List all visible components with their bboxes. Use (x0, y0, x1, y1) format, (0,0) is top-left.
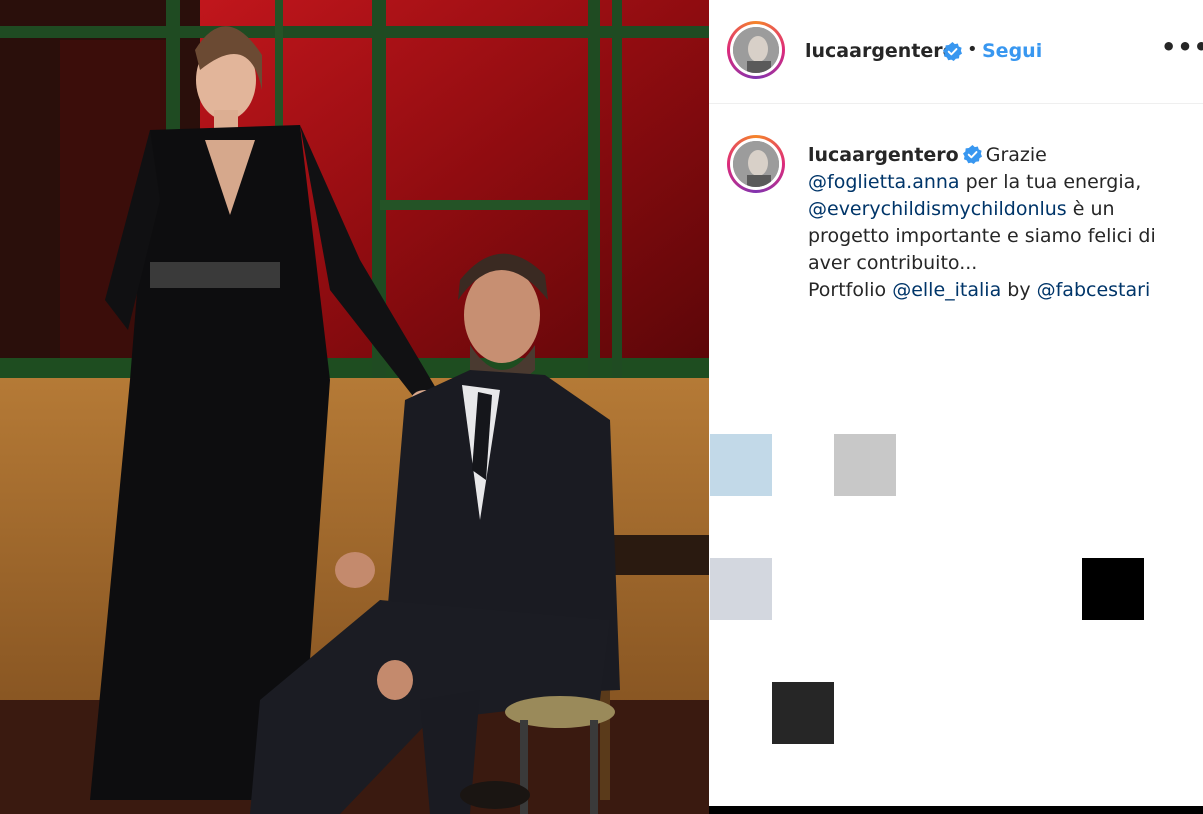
caption-username[interactable]: lucaargentero (808, 144, 959, 166)
mention-link[interactable]: @elle_italia (892, 279, 1001, 301)
loading-placeholder (772, 682, 834, 744)
caption-avatar[interactable] (727, 135, 785, 193)
caption-text: per la tua energia, (959, 171, 1142, 193)
post-details-panel: lucaargentero • Segui ••• lucaargentero … (709, 0, 1203, 814)
more-options-icon[interactable]: ••• (1161, 33, 1203, 61)
mention-link[interactable]: @foglietta.anna (808, 171, 960, 193)
mention-link[interactable]: @everychildismychildonlus (808, 198, 1067, 220)
avatar-photo (733, 27, 779, 73)
caption-text: Grazie (985, 144, 1047, 166)
separator-dot: • (967, 39, 978, 60)
loading-placeholder (834, 434, 896, 496)
mention-link[interactable]: @fabcestari (1037, 279, 1151, 301)
verified-badge-icon (943, 42, 962, 61)
loading-placeholder (710, 434, 772, 496)
header-username[interactable]: lucaargentero (805, 40, 956, 62)
post-caption: lucaargentero Grazie @foglietta.anna per… (808, 142, 1178, 304)
bottom-bar (709, 806, 1203, 814)
caption-text: Portfolio (808, 279, 893, 301)
loading-placeholder (1082, 558, 1144, 620)
post-photo-illustration (0, 0, 709, 814)
loading-placeholder (710, 558, 772, 620)
caption-text: by (1001, 279, 1037, 301)
post-header: lucaargentero • Segui ••• (709, 0, 1203, 104)
post-photo[interactable] (0, 0, 709, 814)
avatar[interactable] (727, 21, 785, 79)
verified-badge-icon (962, 145, 982, 164)
avatar-photo (733, 141, 779, 187)
follow-button[interactable]: Segui (982, 40, 1042, 62)
